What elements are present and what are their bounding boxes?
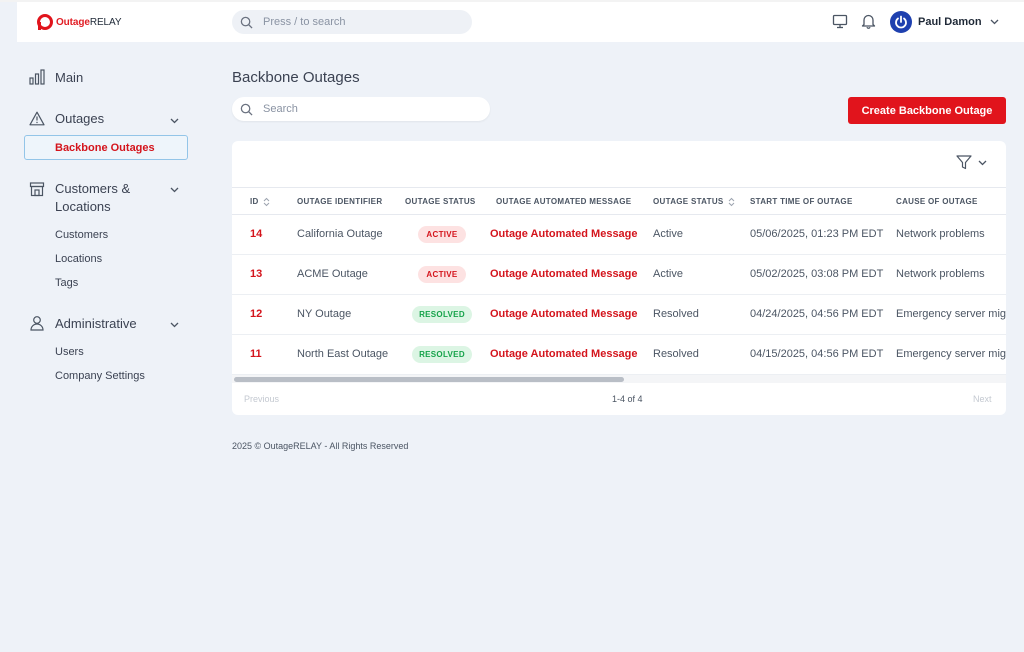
logo-icon	[37, 14, 53, 30]
sort-icon	[263, 197, 269, 207]
column-header-status[interactable]: OUTAGE STATUS	[653, 197, 735, 207]
create-backbone-outage-button[interactable]: Create Backbone Outage	[848, 97, 1006, 124]
user-menu[interactable]: Paul Damon	[890, 11, 999, 33]
filter-icon	[956, 155, 972, 170]
sidebar-item-customers-locations[interactable]: Customers & Locations	[29, 180, 130, 216]
row-start-time: 05/02/2025, 03:08 PM EDT	[750, 268, 884, 280]
sidebar-item-locations[interactable]: Locations	[55, 253, 102, 265]
pagination-count: 1-4 of 4	[612, 394, 643, 404]
chevron-down-icon	[990, 19, 999, 25]
row-id[interactable]: 11	[250, 348, 262, 360]
row-start-time: 05/06/2025, 01:23 PM EDT	[750, 228, 884, 240]
row-id[interactable]: 12	[250, 308, 262, 320]
search-placeholder: Search	[263, 103, 298, 115]
monitor-icon[interactable]	[831, 12, 849, 30]
chevron-down-icon[interactable]	[170, 322, 179, 328]
table-row[interactable]: 14 California Outage ACTIVE Outage Autom…	[232, 215, 1006, 255]
sidebar-item-company-settings[interactable]: Company Settings	[55, 370, 145, 382]
filter-button[interactable]	[956, 155, 987, 170]
chevron-down-icon	[978, 160, 987, 165]
global-search-placeholder: Press / to search	[263, 16, 346, 28]
row-cause: Network problems	[896, 228, 985, 240]
chevron-down-icon[interactable]	[170, 118, 179, 124]
outages-table-card: ID OUTAGE IDENTIFIER OUTAGE STATUS OUTAG…	[232, 141, 1006, 415]
sidebar-item-customers-locations-label: Customers & Locations	[55, 181, 131, 214]
footer-copyright: 2025 © OutageRELAY - All Rights Reserved	[232, 441, 409, 451]
status-badge: ACTIVE	[418, 226, 466, 243]
global-search-input[interactable]: Press / to search	[232, 10, 472, 34]
row-status: Resolved	[653, 308, 699, 320]
row-status: Active	[653, 228, 683, 240]
search-input[interactable]: Search	[232, 97, 490, 121]
sidebar: Main Outages Backbone Outages Customers …	[0, 42, 200, 652]
row-identifier: ACME Outage	[297, 268, 368, 280]
sort-icon	[728, 197, 734, 207]
row-automated-message-link[interactable]: Outage Automated Message	[490, 228, 638, 240]
page-title: Backbone Outages	[232, 69, 360, 86]
user-icon	[30, 316, 44, 331]
logo[interactable]: OutageRELAY	[37, 12, 122, 32]
row-cause: Emergency server mig	[896, 308, 1006, 320]
scrollbar-thumb[interactable]	[234, 377, 624, 382]
row-status: Resolved	[653, 348, 699, 360]
table-row[interactable]: 12 NY Outage RESOLVED Outage Automated M…	[232, 295, 1006, 335]
table-header: ID OUTAGE IDENTIFIER OUTAGE STATUS OUTAG…	[232, 187, 1006, 215]
previous-page-button[interactable]: Previous	[244, 394, 279, 404]
store-icon	[29, 182, 45, 197]
sidebar-item-outages[interactable]: Outages	[29, 111, 104, 126]
column-header-id[interactable]: ID	[250, 197, 270, 207]
row-identifier: NY Outage	[297, 308, 352, 320]
sidebar-item-administrative[interactable]: Administrative	[29, 315, 137, 331]
sidebar-item-administrative-label: Administrative	[55, 315, 137, 331]
row-identifier: California Outage	[297, 228, 383, 240]
table-row[interactable]: 11 North East Outage RESOLVED Outage Aut…	[232, 335, 1006, 375]
avatar	[890, 11, 912, 33]
row-identifier: North East Outage	[297, 348, 389, 360]
bell-icon[interactable]	[859, 12, 877, 30]
sidebar-item-customers[interactable]: Customers	[55, 229, 108, 241]
status-badge: RESOLVED	[412, 306, 472, 323]
sidebar-item-tags[interactable]: Tags	[55, 277, 78, 289]
sidebar-item-backbone-outages-label: Backbone Outages	[55, 141, 155, 154]
row-automated-message-link[interactable]: Outage Automated Message	[490, 348, 638, 360]
row-cause: Network problems	[896, 268, 985, 280]
row-id[interactable]: 14	[250, 228, 262, 240]
table-row[interactable]: 13 ACME Outage ACTIVE Outage Automated M…	[232, 255, 1006, 295]
row-start-time: 04/24/2025, 04:56 PM EDT	[750, 308, 884, 320]
bar-chart-icon	[29, 69, 45, 85]
row-automated-message-link[interactable]: Outage Automated Message	[490, 308, 638, 320]
row-cause: Emergency server mig	[896, 348, 1006, 360]
column-header-start-time: START TIME OF OUTAGE	[750, 197, 853, 206]
status-badge: ACTIVE	[418, 266, 466, 283]
row-start-time: 04/15/2025, 04:56 PM EDT	[750, 348, 884, 360]
row-status: Active	[653, 268, 683, 280]
column-header-outage-status: OUTAGE STATUS	[405, 197, 476, 206]
top-icons	[831, 12, 887, 30]
power-icon	[895, 15, 907, 29]
sidebar-item-main-label: Main	[55, 69, 84, 85]
column-header-identifier: OUTAGE IDENTIFIER	[297, 197, 383, 206]
row-automated-message-link[interactable]: Outage Automated Message	[490, 268, 638, 280]
column-header-automated-message: OUTAGE AUTOMATED MESSAGE	[496, 197, 632, 206]
status-badge: RESOLVED	[412, 346, 472, 363]
warning-icon	[29, 111, 45, 126]
sidebar-item-outages-label: Outages	[55, 111, 105, 126]
search-icon	[240, 103, 253, 116]
next-page-button[interactable]: Next	[973, 394, 992, 404]
sidebar-item-users[interactable]: Users	[55, 346, 84, 358]
sidebar-item-backbone-outages[interactable]: Backbone Outages	[24, 135, 188, 160]
user-name: Paul Damon	[918, 16, 982, 28]
row-id[interactable]: 13	[250, 268, 262, 280]
search-icon	[240, 16, 253, 29]
sidebar-item-main[interactable]: Main	[29, 69, 83, 85]
column-header-cause: CAUSE OF OUTAGE	[896, 197, 978, 206]
chevron-down-icon[interactable]	[170, 187, 179, 193]
logo-text: OutageRELAY	[56, 16, 122, 28]
top-bar: OutageRELAY Press / to search Paul Damon	[17, 2, 1024, 42]
